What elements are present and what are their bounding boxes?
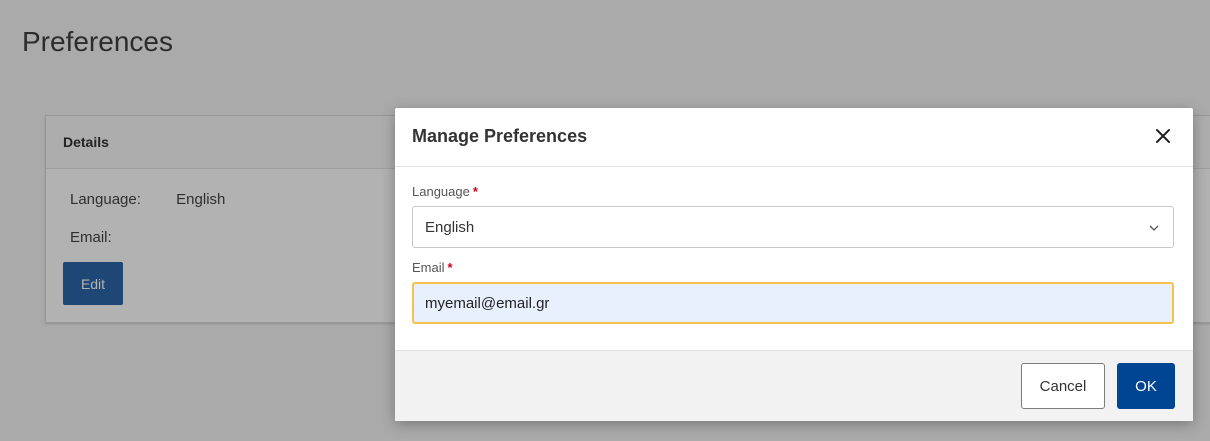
email-field-label-text: Email — [412, 260, 445, 275]
chevron-down-icon — [1149, 225, 1159, 231]
close-icon[interactable] — [1151, 124, 1175, 148]
email-field-label: Email * — [412, 260, 453, 275]
modal-header: Manage Preferences — [395, 108, 1193, 167]
manage-preferences-dialog: Manage Preferences Language * English Ema… — [395, 108, 1193, 421]
language-select[interactable]: English — [412, 206, 1174, 248]
language-field-label-text: Language — [412, 184, 470, 199]
ok-button[interactable]: OK — [1117, 363, 1175, 409]
required-marker: * — [472, 184, 478, 199]
cancel-button[interactable]: Cancel — [1021, 363, 1105, 409]
required-marker: * — [447, 260, 453, 275]
language-field-label: Language * — [412, 184, 478, 199]
modal-title: Manage Preferences — [412, 126, 588, 146]
email-input[interactable] — [412, 282, 1174, 324]
language-select-value: English — [425, 218, 475, 236]
modal-footer: Cancel OK — [395, 350, 1193, 421]
